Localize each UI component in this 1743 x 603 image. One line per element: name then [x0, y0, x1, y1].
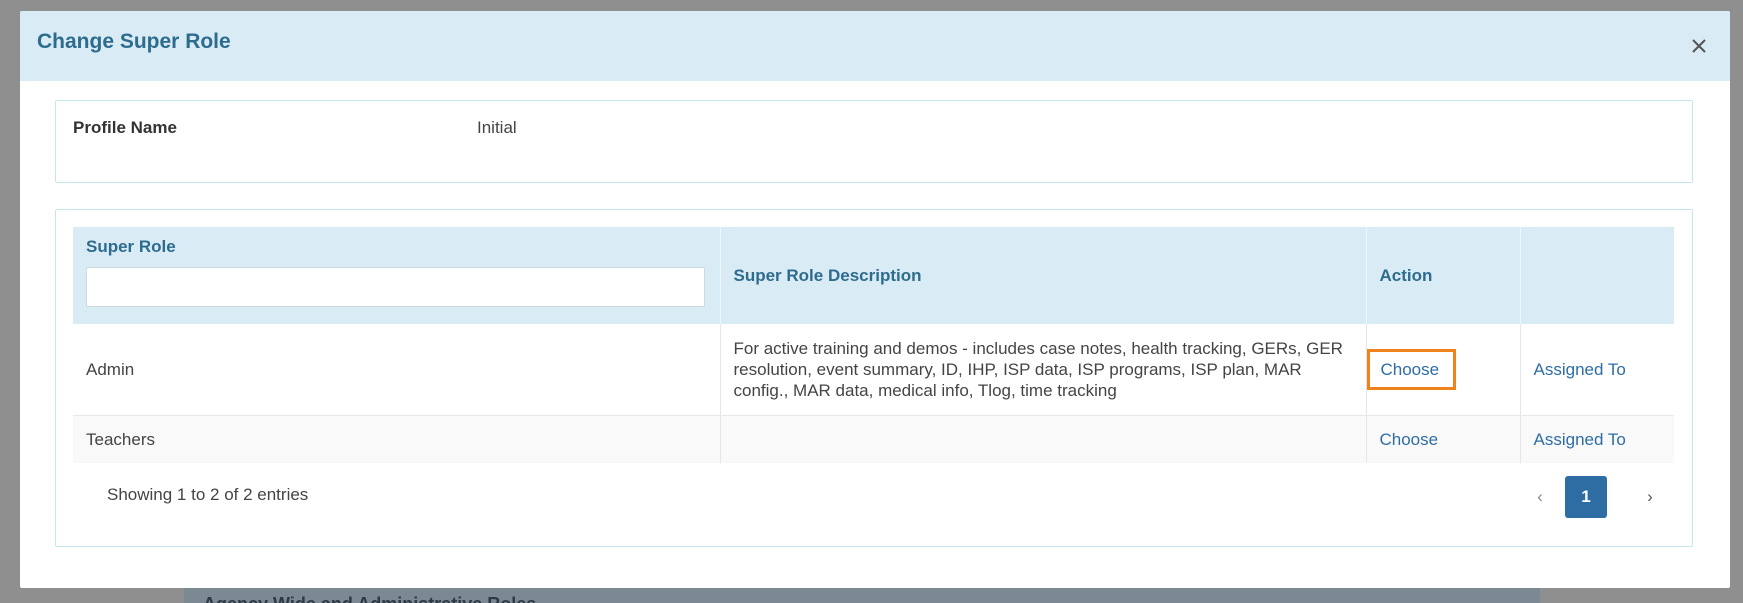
column-header-super-role[interactable]: Super Role	[73, 227, 721, 324]
profile-panel: Profile Name Initial	[55, 100, 1693, 183]
close-icon	[1692, 39, 1706, 53]
assigned-cell: Assigned To	[1520, 324, 1674, 416]
page-1-button[interactable]: 1	[1565, 476, 1607, 518]
table-info: Showing 1 to 2 of 2 entries	[107, 485, 309, 504]
assigned-to-link-teachers[interactable]: Assigned To	[1534, 430, 1626, 449]
assigned-cell: Assigned To	[1520, 415, 1674, 463]
assigned-to-link-admin[interactable]: Assigned To	[1534, 360, 1626, 379]
column-header-action[interactable]: Action	[1366, 227, 1521, 324]
column-header-extra	[1520, 227, 1674, 324]
super-role-filter-input[interactable]	[86, 266, 705, 307]
profile-name-value: Initial	[477, 118, 517, 137]
super-role-table-panel: Super Role Super Role Description Action…	[55, 209, 1693, 547]
role-name: Admin	[73, 324, 721, 416]
background-section-title: Agency Wide and Administrative Roles	[203, 594, 536, 603]
table-row: Admin For active training and demos - in…	[73, 324, 1674, 416]
column-header-super-role-label: Super Role	[86, 236, 176, 256]
close-button[interactable]	[1686, 33, 1712, 59]
modal-title: Change Super Role	[37, 30, 231, 53]
modal-header: Change Super Role	[20, 11, 1730, 81]
column-header-description[interactable]: Super Role Description	[720, 227, 1367, 324]
choose-link-teachers[interactable]: Choose	[1380, 430, 1439, 449]
role-description: For active training and demos - includes…	[720, 324, 1367, 416]
profile-name-label: Profile Name	[73, 118, 177, 137]
role-description	[720, 415, 1367, 463]
pagination: ‹ 1 ›	[1515, 476, 1665, 518]
choose-link-admin[interactable]: Choose	[1366, 348, 1457, 390]
super-role-table: Super Role Super Role Description Action…	[73, 227, 1674, 463]
action-cell: Choose	[1366, 415, 1521, 463]
previous-page-button[interactable]: ‹	[1525, 476, 1555, 518]
role-name: Teachers	[73, 415, 721, 463]
table-header-row: Super Role Super Role Description Action	[73, 227, 1674, 324]
next-page-button[interactable]: ›	[1635, 476, 1665, 518]
table-row: Teachers Choose Assigned To	[73, 415, 1674, 463]
action-cell: Choose	[1366, 324, 1521, 416]
change-super-role-modal: Change Super Role Profile Name Initial S…	[20, 11, 1730, 588]
